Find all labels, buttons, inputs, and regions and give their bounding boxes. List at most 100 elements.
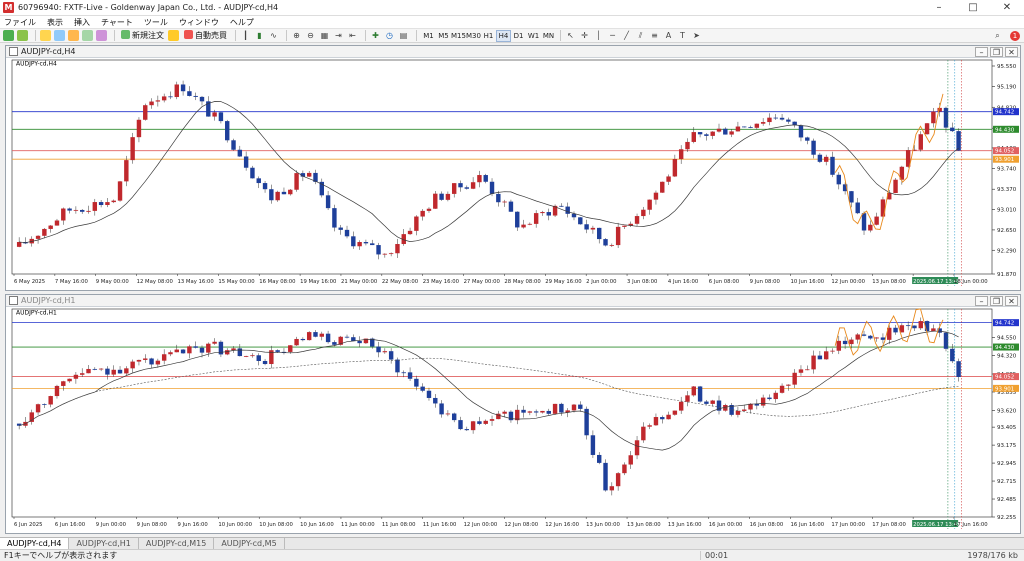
candle-body [143, 358, 148, 360]
tab-audjpy-h4[interactable]: AUDJPY-cd,H4 [0, 538, 70, 549]
profiles-icon[interactable] [17, 30, 28, 41]
menu-view[interactable]: 表示 [47, 17, 63, 28]
notification-icon[interactable]: 1 [1010, 30, 1020, 41]
candle-body [704, 134, 709, 136]
bar-chart-icon[interactable]: ┃ [240, 30, 251, 41]
time-axis-label: 10 Jun 16:00 [791, 279, 825, 285]
chart-window-h4[interactable]: AUDJPY-cd,H4 – ❐ ✕ AUDJPY-cd,H4 95.550 95.… [5, 45, 1021, 291]
candle-body [597, 454, 602, 463]
time-axis-label: 12 Jun 08:00 [504, 522, 538, 528]
menu-file[interactable]: ファイル [4, 17, 36, 28]
auto-scroll-icon[interactable]: ⇥ [333, 30, 344, 41]
tf-m1[interactable]: M1 [421, 30, 436, 42]
candle-body [533, 411, 539, 413]
candle-body [931, 111, 936, 124]
tile-windows-icon[interactable]: ▦ [319, 30, 330, 41]
price-chart-h4[interactable]: AUDJPY-cd,H495.55095.19094.82094.45094.1… [6, 58, 1020, 290]
line-chart-icon[interactable]: ∿ [268, 30, 279, 41]
indicators-icon[interactable]: ✚ [370, 30, 381, 41]
candle-body [136, 119, 142, 138]
chart-area-h4[interactable]: AUDJPY-cd,H495.55095.19094.82094.45094.1… [6, 58, 1020, 290]
horizontal-line-icon[interactable]: ─ [607, 30, 618, 41]
time-axis-label: 9 Jun 08:00 [137, 522, 168, 528]
tab-audjpy-m5[interactable]: AUDJPY-cd,M5 [214, 538, 285, 549]
candle-body [678, 149, 684, 160]
tf-h1[interactable]: H1 [481, 30, 496, 42]
tf-m30[interactable]: M30 [466, 30, 481, 42]
tf-m15[interactable]: M15 [451, 30, 466, 42]
chart-restore-button[interactable]: ❐ [990, 295, 1003, 306]
price-chart-h1[interactable]: AUDJPY-cd,H194.55094.32094.08593.85593.6… [6, 307, 1020, 533]
chart-close-button[interactable]: ✕ [1005, 46, 1018, 57]
arrows-icon[interactable]: ➤ [691, 30, 702, 41]
navigator-icon[interactable] [68, 30, 79, 41]
candle-body [388, 253, 394, 255]
candle-body [798, 369, 804, 373]
menu-chart[interactable]: チャート [101, 17, 133, 28]
tab-audjpy-h1[interactable]: AUDJPY-cd,H1 [69, 538, 139, 549]
chart-area-h1[interactable]: AUDJPY-cd,H194.55094.32094.08593.85593.6… [6, 307, 1020, 533]
market-watch-icon[interactable] [40, 30, 51, 41]
candle-body [124, 368, 129, 374]
tf-d1[interactable]: D1 [511, 30, 526, 42]
price-tick-label: 92.945 [997, 461, 1017, 467]
maximize-button[interactable]: □ [956, 0, 990, 16]
strategy-tester-icon[interactable] [96, 30, 107, 41]
status-traffic: 1978/176 kb [967, 551, 1018, 560]
vertical-line-icon[interactable]: │ [593, 30, 604, 41]
chart-restore-button[interactable]: ❐ [990, 46, 1003, 57]
cursor-icon[interactable]: ↖ [565, 30, 576, 41]
tab-audjpy-m15[interactable]: AUDJPY-cd,M15 [139, 538, 215, 549]
channel-icon[interactable]: ⫽ [635, 30, 646, 41]
chart-minimize-button[interactable]: – [975, 46, 988, 57]
new-chart-icon[interactable] [3, 30, 14, 41]
zoom-out-icon[interactable]: ⊖ [305, 30, 316, 41]
candle-body [943, 332, 949, 349]
menu-tools[interactable]: ツール [144, 17, 168, 28]
menu-help[interactable]: ヘルプ [230, 17, 254, 28]
time-axis-label: 3 Jun 08:00 [627, 279, 658, 285]
candle-body [124, 160, 129, 182]
terminal-icon[interactable] [82, 30, 93, 41]
new-order-button[interactable]: 新規注文 [119, 29, 166, 42]
tf-m5[interactable]: M5 [436, 30, 451, 42]
menu-insert[interactable]: 挿入 [74, 17, 90, 28]
time-axis-label: 10 Jun 08:00 [259, 522, 293, 528]
text-icon[interactable]: A [663, 30, 674, 41]
candle-body [92, 202, 98, 211]
search-icon[interactable]: ⌕ [992, 30, 1003, 41]
templates-icon[interactable]: ▤ [398, 30, 409, 41]
candle-body [660, 417, 665, 420]
crosshair-icon[interactable]: ✛ [579, 30, 590, 41]
tf-w1[interactable]: W1 [526, 30, 541, 42]
candle-body [212, 341, 217, 344]
trendline-icon[interactable]: ╱ [621, 30, 632, 41]
tf-h4[interactable]: H4 [496, 29, 511, 42]
chart-shift-icon[interactable]: ⇤ [347, 30, 358, 41]
auto-trade-button[interactable]: 自動売買 [182, 29, 229, 42]
menu-window[interactable]: ウィンドウ [179, 17, 219, 28]
chart-close-button[interactable]: ✕ [1005, 295, 1018, 306]
chart-minimize-button[interactable]: – [975, 295, 988, 306]
candle-body [836, 174, 842, 185]
candle-body [924, 123, 930, 135]
tf-mn[interactable]: MN [541, 30, 556, 42]
candle-body [376, 245, 381, 255]
candle-chart-icon[interactable]: ▮ [254, 30, 265, 41]
minimize-button[interactable]: – [922, 0, 956, 16]
periods-icon[interactable]: ◷ [384, 30, 395, 41]
chart-window-h1[interactable]: AUDJPY-cd,H1 – ❐ ✕ AUDJPY-cd,H1 94.550 94.… [5, 294, 1021, 534]
candle-body [414, 378, 419, 387]
candle-body [590, 227, 596, 230]
close-button[interactable]: ✕ [990, 0, 1024, 16]
metaeditor-icon[interactable] [168, 30, 179, 41]
candle-body [483, 175, 488, 182]
zoom-in-icon[interactable]: ⊕ [291, 30, 302, 41]
candle-body [773, 117, 778, 119]
candle-body [603, 462, 608, 491]
fibonacci-icon[interactable]: ≡ [649, 30, 660, 41]
data-window-icon[interactable] [54, 30, 65, 41]
label-icon[interactable]: T [677, 30, 688, 41]
price-level-label: 93.901 [995, 386, 1014, 392]
candle-body [849, 339, 854, 345]
